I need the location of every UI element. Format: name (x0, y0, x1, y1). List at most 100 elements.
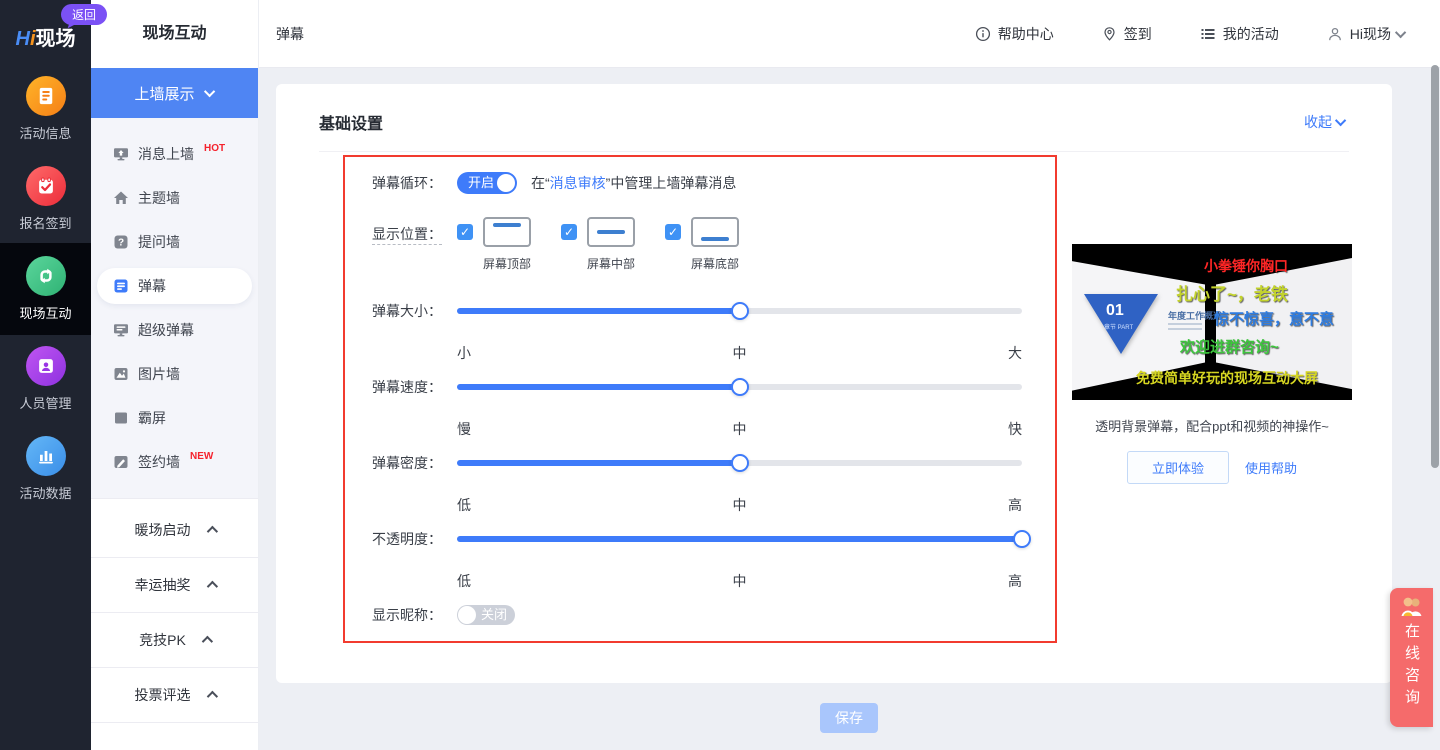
danmaku-density-slider[interactable] (457, 453, 1022, 473)
promo-caption: 透明背景弹幕，配合ppt和视频的神操作~ (1062, 416, 1362, 435)
slide-lines (1168, 323, 1202, 333)
slide-number: 01 (1106, 302, 1124, 320)
danmaku-loop-toggle[interactable]: 开启 (457, 172, 517, 194)
screen-icon (113, 410, 129, 426)
slider-mark: 高 (1008, 495, 1022, 515)
slider-mark: 低 (457, 571, 471, 591)
danmaku-speed-row: 弹幕速度： 慢 中 快 (372, 377, 1022, 439)
slider-mark: 中 (733, 419, 747, 439)
try-now-button[interactable]: 立即体验 (1127, 451, 1229, 484)
slider-thumb[interactable] (731, 302, 749, 320)
scrollbar[interactable] (1431, 65, 1439, 468)
slider-label: 弹幕大小： (372, 301, 457, 321)
checkbox-checked[interactable]: ✓ (561, 224, 577, 240)
account-menu[interactable]: Hi现场 (1327, 24, 1406, 44)
danmaku-message: 扎心了~，老铁 (1176, 280, 1288, 305)
sidebar-item-theme-wall[interactable]: 主题墙 (91, 176, 258, 220)
rail-item-personnel[interactable]: 人员管理 (0, 346, 91, 412)
slider-thumb[interactable] (731, 454, 749, 472)
loop-hint: 在“消息审核”中管理上墙弹幕消息 (531, 173, 736, 193)
back-button[interactable]: 返回 (61, 4, 107, 25)
rail-item-live-interaction[interactable]: 现场互动 (0, 256, 91, 322)
link-label: 我的活动 (1223, 24, 1279, 44)
display-position-row: 显示位置： ✓ 屏幕顶部 ✓ 屏幕中部 (372, 217, 769, 272)
chevron-up-icon (202, 636, 213, 647)
collapse-link[interactable]: 收起 (1304, 112, 1346, 132)
checkbox-checked[interactable]: ✓ (457, 224, 473, 240)
image-icon (113, 366, 129, 382)
sidebar-item-question-wall[interactable]: ? 提问墙 (91, 220, 258, 264)
display-position-label: 显示位置： (372, 226, 442, 245)
sidebar-item-message-wall[interactable]: 消息上墙 HOT (91, 132, 258, 176)
sidebar-group-pk[interactable]: 竞技PK (91, 613, 258, 668)
rail-item-label: 活动数据 (0, 483, 91, 502)
sidebar-item-photo-wall[interactable]: 图片墙 (91, 352, 258, 396)
danmaku-size-slider[interactable] (457, 301, 1022, 321)
group-label: 投票评选 (135, 685, 191, 705)
page-title: 弹幕 (276, 24, 304, 44)
toggle-label: 关闭 (481, 607, 507, 622)
group-label: 幸运抽奖 (135, 575, 191, 595)
question-icon: ? (113, 234, 129, 250)
group-label: 暖场启动 (135, 520, 191, 540)
my-events-link[interactable]: 我的活动 (1200, 24, 1279, 44)
slider-mark: 大 (1008, 343, 1022, 363)
document-icon (26, 76, 66, 116)
chevron-down-icon (1395, 26, 1406, 37)
list-icon (1200, 26, 1216, 42)
message-review-link[interactable]: 消息审核 (550, 175, 606, 191)
sidebar-item-super-danmaku[interactable]: 超级弹幕 (91, 308, 258, 352)
sidebar-group-label: 上墙展示 (134, 83, 194, 104)
sidebar-group-wall-display[interactable]: 上墙展示 (91, 68, 258, 118)
position-option-middle[interactable]: ✓ 屏幕中部 (561, 217, 635, 272)
slider-mark: 中 (733, 571, 747, 591)
slider-mark: 低 (457, 495, 471, 515)
toggle-knob (458, 606, 476, 624)
slider-label: 不透明度： (372, 529, 457, 549)
sidebar-group-lucky-draw[interactable]: 幸运抽奖 (91, 558, 258, 613)
rail-item-signup-checkin[interactable]: 报名签到 (0, 166, 91, 232)
position-option-bottom[interactable]: ✓ 屏幕底部 (665, 217, 739, 272)
sidebar-group-voting[interactable]: 投票评选 (91, 668, 258, 723)
sidebar-item-screen-takeover[interactable]: 霸屏 (91, 396, 258, 440)
danmaku-loop-row: 弹幕循环： 开启 在“消息审核”中管理上墙弹幕消息 (372, 172, 736, 194)
home-icon (113, 190, 129, 206)
opacity-slider[interactable] (457, 529, 1022, 549)
danmaku-size-row: 弹幕大小： 小 中 大 (372, 301, 1022, 363)
sidebar-item-label: 签约墙 (138, 452, 180, 472)
slider-mark: 慢 (457, 419, 471, 439)
sidebar-group-warmup[interactable]: 暖场启动 (91, 503, 258, 558)
slider-label: 弹幕速度： (372, 377, 457, 397)
link-label: 帮助中心 (998, 24, 1054, 44)
slider-thumb[interactable] (731, 378, 749, 396)
rail-item-activity-info[interactable]: 活动信息 (0, 76, 91, 142)
bar-chart-icon (26, 436, 66, 476)
rail-item-label: 报名签到 (0, 213, 91, 232)
slider-label: 弹幕密度： (372, 453, 457, 473)
chevron-up-icon (206, 581, 217, 592)
save-button[interactable]: 保存 (820, 703, 878, 733)
logo-part: 现场 (36, 28, 76, 50)
chevron-up-icon (206, 526, 217, 537)
sidebar-item-danmaku[interactable]: 弹幕 (97, 268, 252, 304)
checkin-link[interactable]: 签到 (1102, 24, 1152, 44)
position-option-top[interactable]: ✓ 屏幕顶部 (457, 217, 531, 272)
group-label: 竞技PK (139, 630, 186, 650)
slider-thumb[interactable] (1013, 530, 1031, 548)
online-consult-widget[interactable]: 在线咨询 (1390, 588, 1433, 727)
slider-mark: 小 (457, 343, 471, 363)
danmaku-density-row: 弹幕密度： 低 中 高 (372, 453, 1022, 515)
sign-pen-icon (113, 454, 129, 470)
help-center-link[interactable]: 帮助中心 (975, 24, 1054, 44)
danmaku-speed-slider[interactable] (457, 377, 1022, 397)
checkbox-checked[interactable]: ✓ (665, 224, 681, 240)
sidebar-item-signing-wall[interactable]: 签约墙 NEW (91, 440, 258, 484)
topbar-links: 帮助中心 签到 我的活动 Hi现场 (975, 24, 1406, 44)
usage-help-link[interactable]: 使用帮助 (1245, 458, 1297, 477)
toggle-knob (497, 174, 515, 192)
show-nickname-toggle[interactable]: 关闭 (457, 605, 515, 625)
collapse-label: 收起 (1304, 112, 1332, 132)
rail-item-event-data[interactable]: 活动数据 (0, 436, 91, 502)
danmaku-message: 欢迎进群咨询~ (1180, 336, 1279, 357)
monitor-lines-icon (113, 322, 129, 338)
